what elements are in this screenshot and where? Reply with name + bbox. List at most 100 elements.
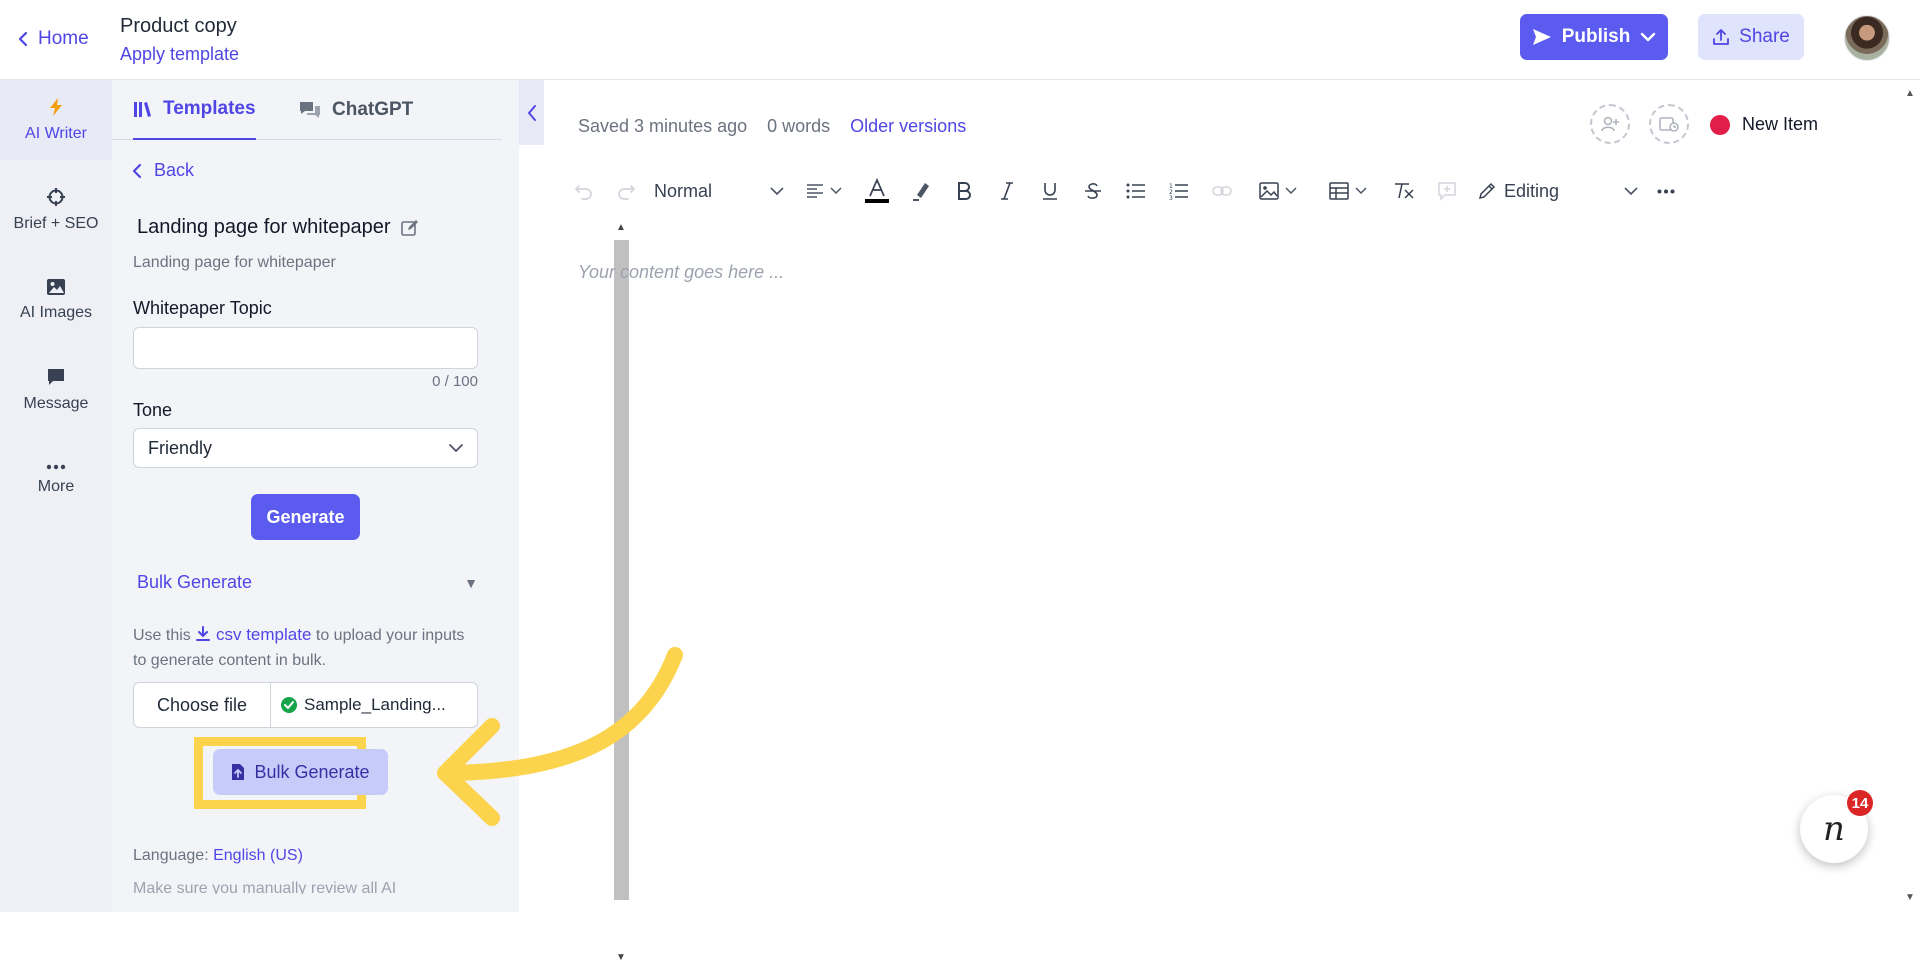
message-icon [46, 367, 66, 387]
rail-item-ai-writer[interactable]: AI Writer [0, 80, 112, 160]
image-dropdown[interactable] [1253, 170, 1303, 212]
choose-file-button[interactable]: Choose file [134, 683, 271, 727]
file-input[interactable]: Choose file Sample_Landing... [133, 682, 478, 728]
editing-mode-select[interactable]: Editing [1478, 170, 1638, 212]
editor-scrollbar[interactable]: ▲ ▼ [1899, 80, 1920, 912]
share-label: Share [1739, 26, 1790, 47]
publish-label: Publish [1561, 26, 1631, 47]
status-dot [1710, 114, 1730, 135]
generate-button[interactable]: Generate [251, 494, 360, 540]
template-title-text: Landing page for whitepaper [137, 216, 391, 238]
scroll-up-arrow-icon[interactable]: ▲ [1905, 88, 1915, 99]
chevron-down-icon [1355, 187, 1367, 195]
csv-template-link[interactable]: csv template [195, 625, 311, 644]
link-button[interactable] [1208, 170, 1236, 212]
bulk-generate-header: Bulk Generate [137, 572, 253, 592]
avatar[interactable] [1844, 15, 1890, 61]
back-link[interactable]: Back [132, 160, 194, 181]
template-panel: Templates ChatGPT Back Landing page for … [112, 80, 629, 963]
older-versions-link[interactable]: Older versions [850, 116, 966, 137]
more-options-button[interactable] [1652, 170, 1680, 212]
panel-scrollbar[interactable]: ▲ ▼ [612, 220, 630, 970]
rail-item-label: More [37, 478, 75, 495]
redo-button[interactable] [610, 170, 642, 212]
rail-item-message[interactable]: Message [0, 350, 112, 430]
chevron-left-icon [132, 163, 142, 179]
paragraph-style-value: Normal [654, 180, 713, 201]
calendar-clock-icon [1659, 115, 1679, 133]
chevron-down-icon [830, 187, 842, 195]
check-circle-icon [280, 696, 298, 714]
tab-chatgpt[interactable]: ChatGPT [298, 80, 413, 140]
item-status[interactable]: New Item [1710, 114, 1818, 135]
schedule-button[interactable] [1649, 104, 1689, 144]
tone-select[interactable]: Friendly [133, 428, 478, 468]
chevron-down-icon [449, 443, 463, 453]
font-color-button[interactable] [863, 170, 891, 212]
publish-button[interactable]: Publish [1520, 14, 1668, 60]
clear-formatting-button[interactable] [1390, 170, 1418, 212]
bulk-generate-toggle[interactable]: Bulk Generate ▼ [137, 572, 478, 593]
numbered-list-button[interactable]: 123 [1165, 170, 1193, 212]
language-label: Language: [133, 847, 209, 864]
paragraph-style-select[interactable]: Normal [654, 170, 784, 212]
bold-icon [957, 182, 971, 200]
svg-text:3: 3 [1169, 195, 1173, 200]
template-subtitle: Landing page for whitepaper [133, 254, 336, 271]
share-button[interactable]: Share [1698, 14, 1804, 60]
highlight-color-button[interactable] [907, 170, 935, 212]
whitepaper-topic-input[interactable] [133, 327, 478, 369]
assign-user-button[interactable] [1590, 104, 1630, 144]
home-link[interactable]: Home [18, 28, 89, 50]
review-note: Make sure you manually review all AI [133, 880, 397, 894]
bulk-generate-button[interactable]: Bulk Generate [213, 749, 388, 795]
saved-status: Saved 3 minutes ago [578, 116, 748, 136]
edit-icon[interactable] [400, 219, 419, 237]
word-count: 0 words [767, 116, 831, 136]
editor-content-area[interactable]: Your content goes here ... [578, 262, 784, 283]
tab-label: Templates [163, 98, 256, 119]
template-title: Landing page for whitepaper [137, 216, 419, 239]
rail-item-brief-seo[interactable]: Brief + SEO [0, 170, 112, 250]
apply-template-link[interactable]: Apply template [120, 44, 239, 65]
comment-add-icon [1437, 181, 1457, 201]
underline-icon [1042, 182, 1058, 200]
top-bar: Home Product copy Apply template Publish… [0, 0, 1920, 80]
underline-button[interactable] [1036, 170, 1064, 212]
align-dropdown[interactable] [800, 170, 848, 212]
table-dropdown[interactable] [1323, 170, 1373, 212]
add-user-icon [1600, 115, 1620, 133]
selected-file: Sample_Landing... [271, 695, 446, 715]
italic-icon [1000, 182, 1014, 200]
scroll-down-arrow-icon[interactable]: ▼ [616, 952, 626, 963]
more-dots-icon [1657, 189, 1675, 194]
align-left-icon [806, 183, 824, 199]
scroll-up-arrow-icon[interactable]: ▲ [616, 222, 626, 233]
editing-mode-display: Editing [1478, 181, 1559, 202]
crosshair-icon [46, 187, 66, 207]
language-value[interactable]: English (US) [213, 847, 303, 864]
notification-badge: 14 [1847, 790, 1873, 816]
back-label: Back [154, 160, 195, 180]
scrollbar-thumb[interactable] [614, 240, 629, 900]
rail-item-more[interactable]: More [0, 440, 112, 520]
rail-item-ai-images[interactable]: AI Images [0, 260, 112, 340]
bullet-list-button[interactable] [1122, 170, 1150, 212]
comment-button[interactable] [1433, 170, 1461, 212]
undo-button[interactable] [568, 170, 600, 212]
scroll-down-arrow-icon[interactable]: ▼ [1905, 892, 1915, 903]
editing-mode-value: Editing [1504, 180, 1560, 201]
tone-value: Friendly [148, 437, 213, 458]
library-icon [133, 100, 153, 118]
chevron-left-icon [18, 31, 28, 47]
chat-bubbles-icon [298, 100, 322, 120]
bulk-help-prefix: Use this [133, 627, 191, 644]
font-color-icon [865, 178, 889, 204]
bold-button[interactable] [950, 170, 978, 212]
italic-button[interactable] [993, 170, 1021, 212]
tab-templates[interactable]: Templates [133, 80, 256, 140]
document-title[interactable]: Product copy [120, 15, 237, 38]
collapse-panel-button[interactable] [519, 80, 544, 145]
strikethrough-button[interactable] [1079, 170, 1107, 212]
left-rail: AI Writer Brief + SEO AI Images Message … [0, 80, 112, 912]
